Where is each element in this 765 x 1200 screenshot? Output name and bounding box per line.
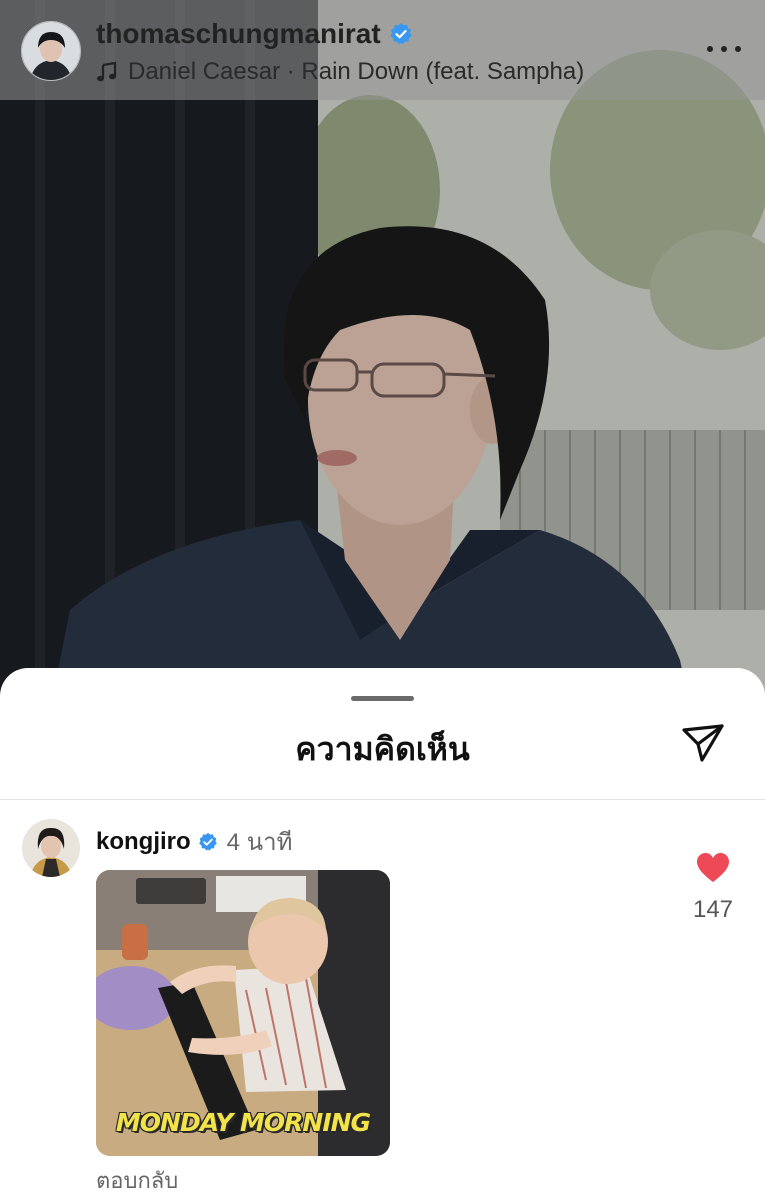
verified-badge-icon: [198, 832, 217, 851]
commenter-username[interactable]: kongjiro: [96, 828, 191, 856]
post-header: thomaschungmanirat Daniel Caesar · Rain …: [0, 0, 765, 100]
gif-caption: MONDAY MORNING: [115, 1108, 371, 1137]
sheet-grabber[interactable]: [351, 696, 414, 701]
photo-dim-overlay: [0, 0, 765, 760]
poster-avatar[interactable]: [21, 21, 81, 81]
reply-button[interactable]: ตอบกลับ: [96, 1163, 178, 1198]
commenter-avatar[interactable]: [21, 818, 81, 878]
comment-time: 4 นาที: [226, 829, 293, 856]
comments-sheet: ความคิดเห็น kongjiro 4 นาที 147 MONDAY M…: [0, 668, 765, 1200]
paper-plane-icon[interactable]: [680, 720, 726, 766]
poster-username-row[interactable]: thomaschungmanirat: [96, 18, 413, 50]
comment-header: kongjiro 4 นาที: [96, 822, 292, 861]
poster-username[interactable]: thomaschungmanirat: [96, 18, 381, 50]
more-horizontal-icon[interactable]: [707, 36, 741, 62]
music-note-icon: [97, 61, 117, 82]
comment-gif[interactable]: MONDAY MORNING: [96, 870, 390, 1156]
heart-filled-icon[interactable]: [696, 852, 730, 884]
sheet-divider: [0, 799, 765, 800]
music-track-label: Daniel Caesar · Rain Down (feat. Sampha): [128, 58, 585, 85]
like-count: 147: [692, 896, 734, 923]
verified-badge-icon: [390, 23, 412, 45]
music-track[interactable]: Daniel Caesar · Rain Down (feat. Sampha): [96, 58, 584, 86]
comments-title: ความคิดเห็น: [295, 731, 470, 767]
